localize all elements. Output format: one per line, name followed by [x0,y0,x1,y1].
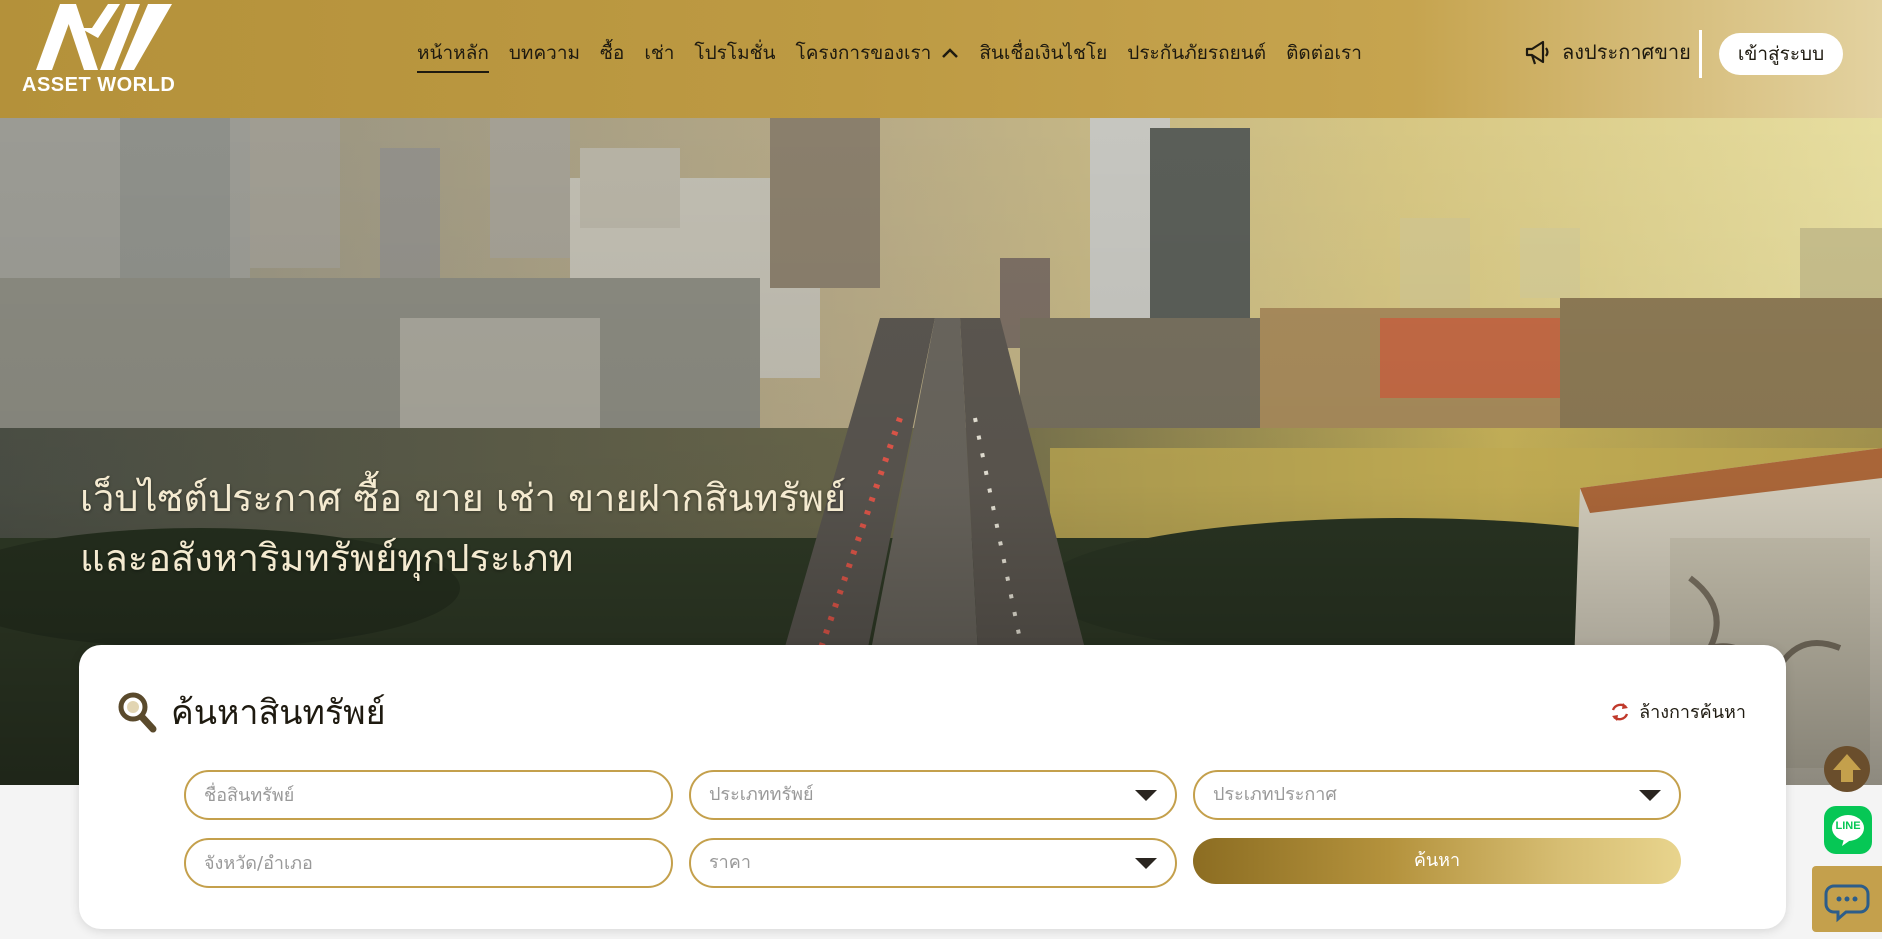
search-icon [118,692,157,733]
nav-item-promotion[interactable]: โปรโมชั่น [684,36,785,70]
nav-item-loan[interactable]: สินเชื่อเงินไชโย [969,36,1117,70]
nav-item-our-projects-label: โครงการของเรา [795,42,932,64]
site-header: ASSET WORLD หน้าหลัก บทความ ซื้อ เช่า โป… [0,0,1882,118]
hero-headline-line-2: และอสังหาริมทรัพย์ทุกประเภท [80,536,574,580]
line-chat-button[interactable]: LINE [1824,806,1872,854]
megaphone-icon [1525,40,1549,65]
logo-mark-icon [36,4,172,70]
asset-type-select[interactable]: ประเภททรัพย์ [689,770,1177,820]
asset-name-input[interactable] [204,772,671,818]
post-listing-button[interactable]: ลงประกาศขาย [1524,32,1691,72]
nav-item-articles[interactable]: บทความ [499,36,590,70]
search-panel-heading: ค้นหาสินทรัพย์ [117,685,386,739]
search-panel-title: ค้นหาสินทรัพย์ [171,693,386,733]
reset-search-label: ล้างการค้นหา [1639,702,1746,723]
nav-item-contact[interactable]: ติดต่อเรา [1276,36,1372,70]
listing-type-select[interactable]: ประเภทประกาศ [1193,770,1681,820]
page: ASSET WORLD หน้าหลัก บทความ ซื้อ เช่า โป… [0,0,1882,939]
refresh-icon [1611,702,1629,721]
asset-search-panel: ค้นหาสินทรัพย์ ล้างการค้นหา ประเภททรัพย์… [79,645,1786,929]
nav-item-our-projects[interactable]: โครงการของเรา [786,36,970,70]
location-field[interactable] [184,838,673,888]
hero-headline-line-1: เว็บไซต์ประกาศ ซื้อ ขาย เช่า ขายฝากสินทร… [80,476,847,520]
chat-bubble-icon [1824,884,1870,923]
nav-item-home[interactable]: หน้าหลัก [407,36,499,73]
brand-logo[interactable]: ASSET WORLD [20,4,188,96]
reset-search-button[interactable]: ล้างการค้นหา [1609,697,1746,726]
caret-down-icon [1135,790,1157,801]
main-nav: หน้าหลัก บทความ ซื้อ เช่า โปรโมชั่น โครง… [407,36,1372,73]
location-input[interactable] [204,840,671,886]
header-divider [1699,30,1702,78]
post-listing-label: ลงประกาศขาย [1562,40,1691,64]
nav-item-rent[interactable]: เช่า [634,36,684,70]
nav-item-car-insurance[interactable]: ประกันภัยรถยนต์ [1117,36,1276,70]
asset-type-placeholder: ประเภททรัพย์ [709,784,814,805]
hero-headline: เว็บไซต์ประกาศ ซื้อ ขาย เช่า ขายฝากสินทร… [80,468,846,588]
scroll-to-top-icon[interactable] [1822,744,1872,794]
price-select[interactable]: ราคา [689,838,1177,888]
search-submit-button[interactable]: ค้นหา [1193,838,1681,884]
brand-name: ASSET WORLD [22,74,176,96]
line-label: LINE [1835,820,1861,832]
caret-down-icon [1639,790,1661,801]
asset-name-field[interactable] [184,770,673,820]
caret-down-icon [1135,858,1157,869]
listing-type-placeholder: ประเภทประกาศ [1213,784,1337,805]
nav-item-buy[interactable]: ซื้อ [590,36,634,70]
price-placeholder: ราคา [709,852,751,873]
login-button[interactable]: เข้าสู่ระบบ [1719,33,1843,75]
chevron-up-icon [942,48,959,58]
chat-support-button[interactable] [1812,866,1882,932]
